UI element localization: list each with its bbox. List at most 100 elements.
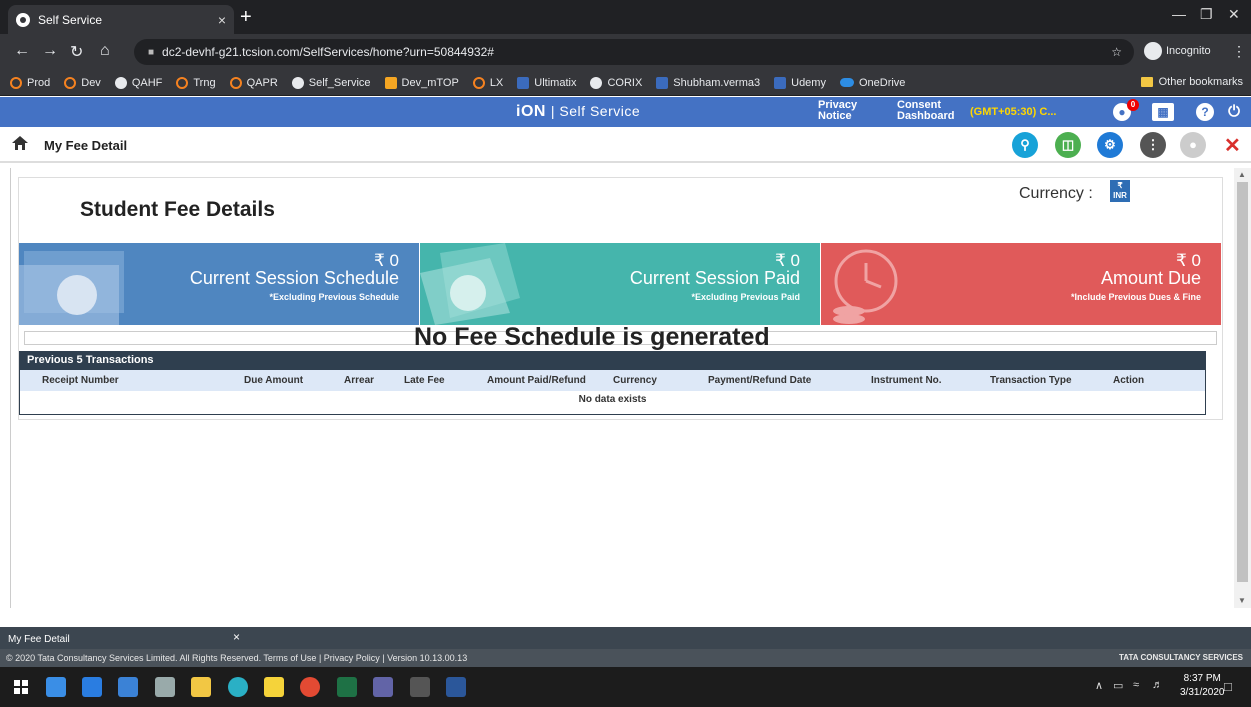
task-view-icon[interactable] xyxy=(46,677,66,697)
help-icon[interactable]: ? xyxy=(1196,103,1214,121)
col-payment-date[interactable]: Payment/Refund Date xyxy=(708,375,811,386)
bookmark-label: QAHF xyxy=(131,76,163,89)
bookmark-item[interactable]: Dev_mTOP xyxy=(384,76,459,89)
col-receipt-number[interactable]: Receipt Number xyxy=(42,375,119,386)
col-action[interactable]: Action xyxy=(1113,375,1144,386)
close-page-icon[interactable]: ✕ xyxy=(1224,133,1241,158)
scroll-down-icon[interactable]: ▼ xyxy=(1238,596,1246,605)
consent-line2: Dashboard xyxy=(897,110,955,122)
wifi-icon[interactable]: ≈ xyxy=(1133,679,1139,691)
more-options-icon[interactable]: ⋮ xyxy=(1140,132,1166,158)
bookmark-label: Trng xyxy=(193,76,216,89)
edge-icon[interactable] xyxy=(228,677,248,697)
bottom-tab-close-icon[interactable]: × xyxy=(233,630,240,644)
bookmark-item[interactable]: Trng xyxy=(176,76,216,89)
bookmark-item[interactable]: OneDrive xyxy=(839,77,905,89)
sticky-notes-icon[interactable] xyxy=(264,677,284,697)
tab-title: Self Service xyxy=(38,12,103,27)
system-clock[interactable]: 8:37 PM 3/31/2020 xyxy=(1180,672,1225,700)
apps-grid-icon[interactable]: ▦ xyxy=(1152,103,1174,121)
col-currency[interactable]: Currency xyxy=(613,375,657,386)
col-late-fee[interactable]: Late Fee xyxy=(404,375,445,386)
ring-icon xyxy=(229,76,242,89)
chat-icon[interactable] xyxy=(82,677,102,697)
inr-currency-icon[interactable]: ₹ INR xyxy=(1110,180,1130,202)
transactions-heading: Previous 5 Transactions xyxy=(19,351,1206,370)
bookmark-item[interactable]: QAHF xyxy=(114,76,163,89)
app-brand: iON | Self Service xyxy=(516,103,640,121)
search-icon[interactable]: ⚲ xyxy=(1012,132,1038,158)
incognito-label: Incognito xyxy=(1166,45,1211,57)
card-current-session-schedule: ₹ 0 Current Session Schedule *Excluding … xyxy=(19,243,419,325)
bookmark-label: LX xyxy=(489,76,504,89)
schedule-title: Current Session Schedule xyxy=(189,268,399,288)
teams-icon[interactable] xyxy=(373,677,393,697)
back-icon[interactable]: ← xyxy=(14,42,30,60)
vertical-scrollbar[interactable]: ▲ ▼ xyxy=(1234,168,1251,608)
browser-tab[interactable]: Self Service × xyxy=(8,5,234,34)
window-close-icon[interactable]: ✕ xyxy=(1228,6,1240,23)
chrome-dev-icon[interactable] xyxy=(155,677,175,697)
page-header: My Fee Detail ⚲ ◫ ⚙ ⋮ ● ✕ xyxy=(0,127,1251,163)
battery-icon[interactable]: ▭ xyxy=(1113,679,1123,692)
columns-icon[interactable]: ◫ xyxy=(1055,132,1081,158)
url-bar[interactable]: ■ dc2-devhf-g21.tcsion.com/SelfServices/… xyxy=(134,39,1134,65)
scrollbar-thumb[interactable] xyxy=(1237,182,1248,582)
restore-icon[interactable]: ❐ xyxy=(1200,6,1213,23)
bookmark-label: Self_Service xyxy=(308,76,371,89)
transactions-header-row: Receipt Number Due Amount Arrear Late Fe… xyxy=(20,370,1205,391)
outlook-icon[interactable] xyxy=(410,677,430,697)
bookmark-item[interactable]: Dev xyxy=(64,76,101,89)
transactions-table: Receipt Number Due Amount Arrear Late Fe… xyxy=(19,370,1206,415)
ie-icon[interactable] xyxy=(118,677,138,697)
bookmark-label: Ultimatix xyxy=(534,76,577,89)
col-transaction-type[interactable]: Transaction Type xyxy=(990,375,1072,386)
home-icon[interactable] xyxy=(12,136,28,150)
chrome-icon[interactable] xyxy=(300,677,320,697)
power-icon[interactable]: ⏻ xyxy=(1225,103,1243,121)
settings-window-icon[interactable]: ⚙ xyxy=(1097,132,1123,158)
col-arrear[interactable]: Arrear xyxy=(344,375,374,386)
file-explorer-icon[interactable] xyxy=(191,677,211,697)
bookmark-item[interactable]: Udemy xyxy=(774,76,826,89)
privacy-line2: Notice xyxy=(818,110,852,122)
action-center-icon[interactable]: □ xyxy=(1224,679,1232,694)
card-current-session-paid: ₹ 0 Current Session Paid *Excluding Prev… xyxy=(420,243,820,325)
money-hand-icon xyxy=(420,243,520,325)
privacy-notice-link[interactable]: Privacy Notice xyxy=(818,100,857,122)
bottom-tab-label[interactable]: My Fee Detail xyxy=(8,634,70,645)
forward-icon[interactable]: → xyxy=(42,42,58,60)
windows-start-icon[interactable] xyxy=(14,680,28,694)
tab-close-icon[interactable]: × xyxy=(218,12,226,28)
schedule-note: *Excluding Previous Schedule xyxy=(269,292,399,302)
avatar[interactable]: ● xyxy=(1180,132,1206,158)
incognito-indicator[interactable]: Incognito xyxy=(1144,42,1211,60)
browser-menu-icon[interactable]: ⋮ xyxy=(1232,43,1246,60)
consent-dashboard-link[interactable]: Consent Dashboard xyxy=(897,100,954,122)
bookmark-item[interactable]: CORIX xyxy=(590,76,642,89)
minimize-icon[interactable]: — xyxy=(1172,6,1186,22)
col-amount-paid[interactable]: Amount Paid/Refund xyxy=(487,375,586,386)
volume-icon[interactable]: ♬ xyxy=(1152,679,1163,691)
app-header: iON | Self Service Privacy Notice Consen… xyxy=(0,97,1251,127)
bookmark-item[interactable]: Ultimatix xyxy=(517,76,577,89)
bookmark-item[interactable]: Self_Service xyxy=(291,76,371,89)
scroll-up-icon[interactable]: ▲ xyxy=(1238,170,1246,179)
timezone-selector[interactable]: (GMT+05:30) C... xyxy=(970,106,1057,118)
word-icon[interactable] xyxy=(446,677,466,697)
bookmark-item[interactable]: Shubham.verma3 xyxy=(656,76,760,89)
other-bookmarks[interactable]: Other bookmarks xyxy=(1140,76,1243,88)
bookmark-star-icon[interactable]: ☆ xyxy=(1111,45,1122,59)
col-due-amount[interactable]: Due Amount xyxy=(244,375,303,386)
tray-chevron-icon[interactable]: ∧ xyxy=(1095,679,1103,692)
bookmark-item[interactable]: Prod xyxy=(10,76,50,89)
bookmark-label: QAPR xyxy=(246,76,278,89)
excel-icon[interactable] xyxy=(337,677,357,697)
bookmark-item[interactable]: LX xyxy=(472,76,504,89)
bookmark-item[interactable]: QAPR xyxy=(229,76,278,89)
col-instrument-no[interactable]: Instrument No. xyxy=(871,375,942,386)
reload-icon[interactable]: ↻ xyxy=(70,42,83,62)
new-tab-button[interactable]: + xyxy=(240,6,252,29)
bookmarks-bar: Prod Dev QAHF Trng QAPR Self_Service Dev_mTOP L… xyxy=(0,70,1251,96)
home-nav-icon[interactable]: ⌂ xyxy=(100,42,110,60)
